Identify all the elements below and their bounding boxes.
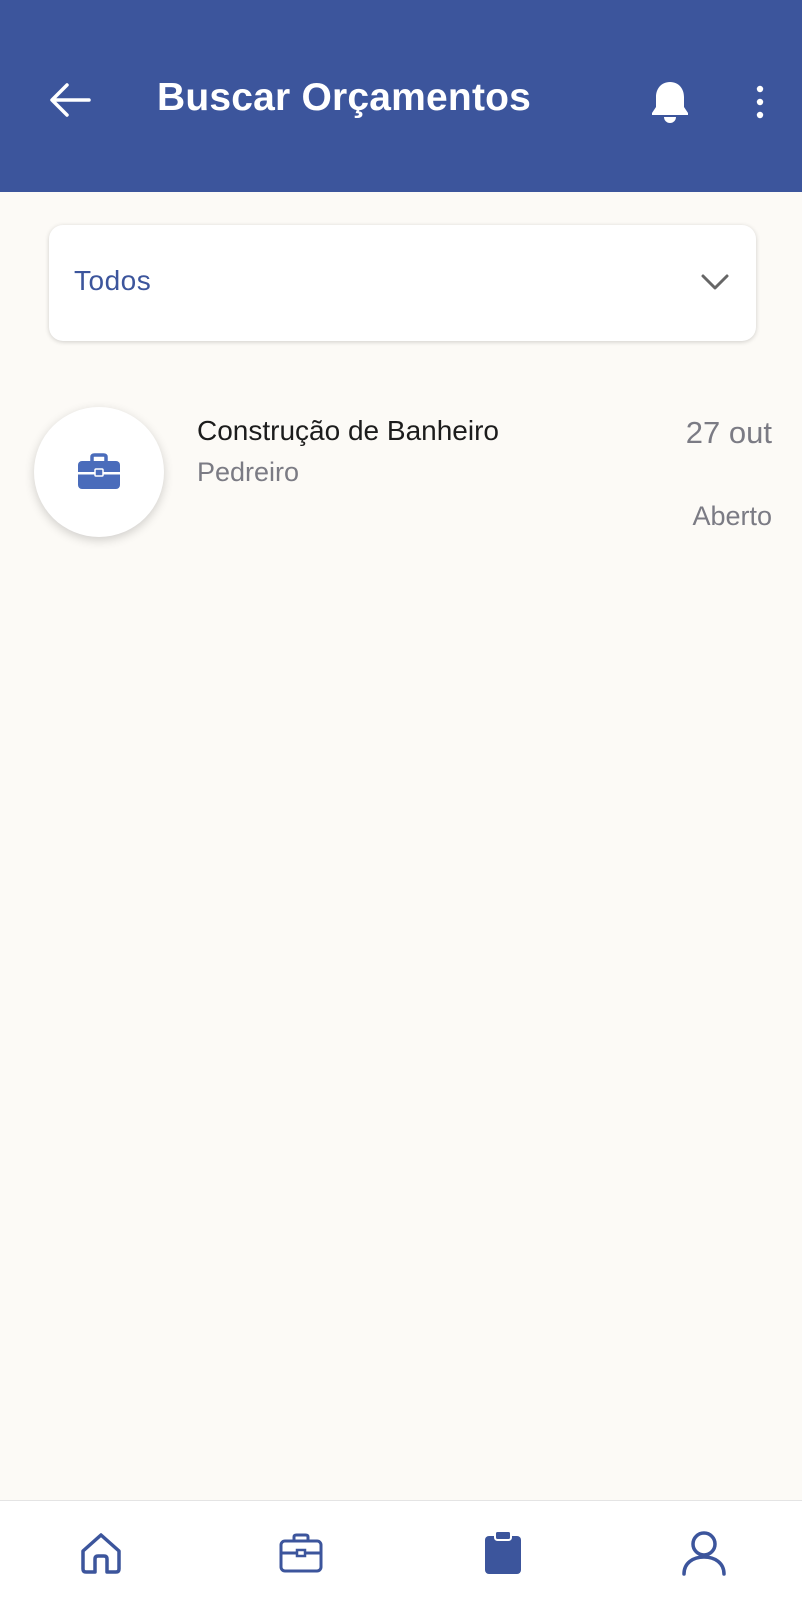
- filter-selected-value: Todos: [74, 265, 152, 296]
- status-filter-dropdown[interactable]: Todos: [49, 225, 756, 341]
- app-screen: Buscar Orçamentos Todos Construção de Ba…: [0, 0, 802, 1600]
- home-icon: [81, 1533, 121, 1574]
- nav-jobs-button[interactable]: [271, 1523, 331, 1583]
- budget-list-item[interactable]: Construção de Banheiro Pedreiro 27 out A…: [0, 395, 802, 545]
- nav-budgets-button[interactable]: [473, 1523, 533, 1583]
- item-avatar: [34, 407, 164, 537]
- item-category: Pedreiro: [197, 457, 300, 487]
- user-icon: [682, 1531, 726, 1576]
- page-title: Buscar Orçamentos: [157, 76, 532, 119]
- bell-icon: [652, 82, 688, 123]
- item-date: 27 out: [685, 415, 772, 450]
- chevron-down-icon: [701, 274, 729, 290]
- notifications-button[interactable]: [640, 72, 700, 132]
- briefcase-icon: [279, 1533, 323, 1573]
- nav-profile-button[interactable]: [674, 1523, 734, 1583]
- back-button[interactable]: [40, 70, 100, 130]
- bottom-navigation: [0, 1500, 802, 1600]
- more-vertical-icon: [756, 85, 764, 119]
- nav-home-button[interactable]: [71, 1523, 131, 1583]
- app-header: Buscar Orçamentos: [0, 0, 802, 192]
- clipboard-icon: [485, 1530, 521, 1574]
- item-status: Aberto: [692, 501, 772, 531]
- briefcase-icon: [78, 453, 120, 489]
- more-options-button[interactable]: [735, 72, 785, 132]
- item-title: Construção de Banheiro: [197, 415, 499, 446]
- arrow-left-icon: [50, 83, 91, 117]
